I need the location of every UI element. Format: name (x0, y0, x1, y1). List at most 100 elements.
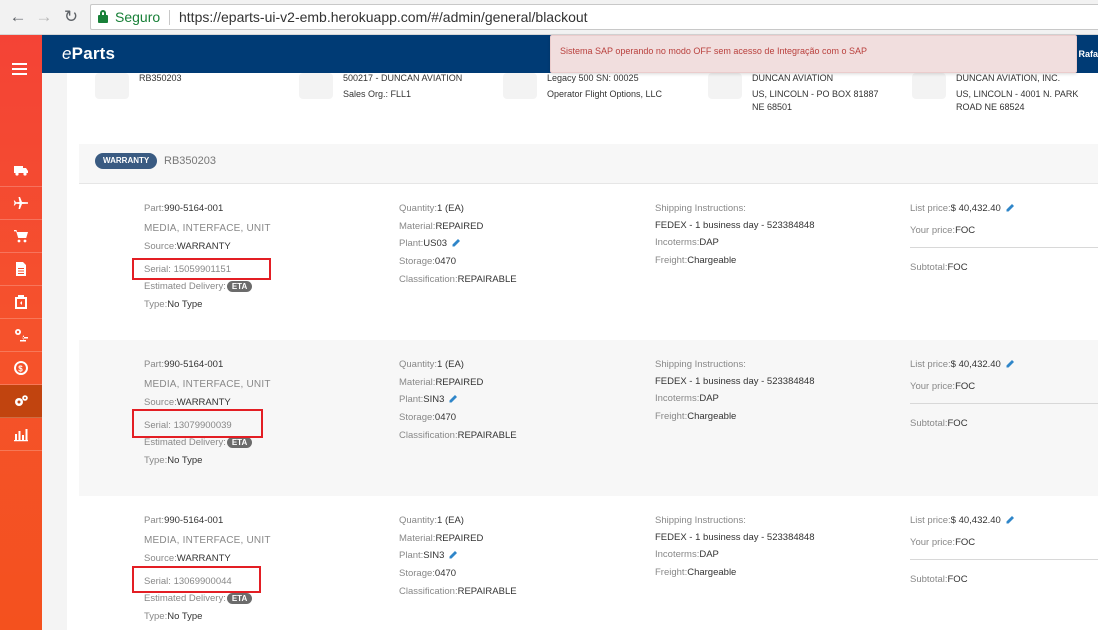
classification-field: Classification:REPAIRABLE (399, 586, 517, 597)
shipping-instructions-label: Shipping Instructions: (655, 515, 746, 526)
eta-badge: ETA (226, 593, 253, 604)
order-panel: RB350203 500217 - DUNCAN AVIATION Sales … (67, 73, 1098, 630)
shipping-instructions-value: FEDEX - 1 business day - 523384848 (655, 220, 815, 231)
freight-field: Freight:Chargeable (655, 567, 737, 578)
summary-shipping-zip: ROAD NE 68524 (956, 102, 1025, 112)
part-description: MEDIA, INTERFACE, UNIT (144, 223, 271, 234)
storage-field: Storage:0470 (399, 256, 457, 267)
summary-operator: Operator Flight Options, LLC (547, 89, 663, 99)
quantity-field: Quantity:1 (EA) (399, 203, 464, 214)
type-field: Type:No Type (144, 611, 203, 622)
material-field: Material:REPAIRED (399, 377, 484, 388)
incoterms-field: Incoterms:DAP (655, 393, 719, 404)
url-text[interactable]: https://eparts-ui-v2-emb.herokuapp.com/#… (179, 5, 588, 29)
summary-shipping-address: US, LINCOLN - 4001 N. PARK (956, 89, 1079, 99)
edit-price-icon[interactable] (1005, 203, 1015, 213)
part-field: Part:990-5164-001 (144, 359, 224, 370)
estimated-delivery-field: Estimated Delivery: ETA (144, 281, 253, 292)
cart-icon[interactable] (0, 220, 42, 253)
list-price-field: List price:$ 40,432.40 (910, 515, 1015, 526)
billing-location-icon (708, 73, 742, 99)
forward-arrow-icon[interactable]: → (34, 7, 54, 27)
shipping-instructions-value: FEDEX - 1 business day - 523384848 (655, 376, 815, 387)
svg-text:$: $ (18, 365, 23, 374)
back-arrow-icon[interactable]: ← (8, 7, 28, 27)
order-number: RB350203 (164, 155, 216, 167)
shipping-instructions-label: Shipping Instructions: (655, 203, 746, 214)
source-field: Source:WARRANTY (144, 397, 231, 408)
eta-badge: ETA (226, 437, 253, 448)
eparts-logo[interactable]: eParts (62, 44, 115, 64)
classification-field: Classification:REPAIRABLE (399, 274, 517, 285)
bar-chart-icon[interactable] (0, 418, 42, 451)
classification-field: Classification:REPAIRABLE (399, 430, 517, 441)
price-divider (910, 559, 1098, 560)
plant-field: Plant:SIN3 (399, 394, 458, 405)
gears-icon[interactable] (0, 385, 42, 418)
summary-shipping-name: DUNCAN AVIATION, INC. (956, 73, 1061, 83)
estimated-delivery-field: Estimated Delivery: ETA (144, 437, 253, 448)
source-field: Source:WARRANTY (144, 241, 231, 252)
plant-field: Plant:US03 (399, 238, 461, 249)
summary-billing-name: DUNCAN AVIATION (752, 73, 834, 83)
quantity-field: Quantity:1 (EA) (399, 359, 464, 370)
customer-icon (299, 73, 333, 99)
part-field: Part:990-5164-001 (144, 203, 224, 214)
eta-badge: ETA (226, 281, 253, 292)
price-divider (910, 403, 1098, 404)
your-price-field: Your price:FOC (910, 381, 976, 392)
plant-field: Plant:SIN3 (399, 550, 458, 561)
part-field: Part:990-5164-001 (144, 515, 224, 526)
summary-billing-zip: NE 68501 (752, 102, 793, 112)
quantity-field: Quantity:1 (EA) (399, 515, 464, 526)
part-description: MEDIA, INTERFACE, UNIT (144, 535, 271, 546)
shipping-instructions-value: FEDEX - 1 business day - 523384848 (655, 532, 815, 543)
edit-plant-icon[interactable] (448, 394, 458, 404)
aircraft-icon (503, 73, 537, 99)
list-price-field: List price:$ 40,432.40 (910, 359, 1015, 370)
user-name[interactable]: Rafa (1078, 49, 1098, 59)
money-icon[interactable]: $ (0, 352, 42, 385)
menu-icon[interactable] (12, 63, 27, 75)
summary-customer: 500217 - DUNCAN AVIATION (343, 73, 463, 83)
package-icon[interactable] (0, 286, 42, 319)
material-field: Material:REPAIRED (399, 221, 484, 232)
reload-icon[interactable]: ↻ (61, 7, 81, 27)
document-icon[interactable] (0, 253, 42, 286)
edit-price-icon[interactable] (1005, 359, 1015, 369)
freight-field: Freight:Chargeable (655, 411, 737, 422)
storage-field: Storage:0470 (399, 568, 457, 579)
address-bar[interactable]: Seguro https://eparts-ui-v2-emb.herokuap… (90, 4, 1098, 30)
serial-highlight-box (132, 566, 261, 593)
edit-price-icon[interactable] (1005, 515, 1015, 525)
summary-aircraft: Legacy 500 SN: 00025 (547, 73, 639, 83)
sidebar: $ (0, 35, 42, 630)
plane-icon[interactable] (0, 187, 42, 220)
type-field: Type:No Type (144, 299, 203, 310)
material-field: Material:REPAIRED (399, 533, 484, 544)
source-field: Source:WARRANTY (144, 553, 231, 564)
edit-plant-icon[interactable] (448, 550, 458, 560)
freight-field: Freight:Chargeable (655, 255, 737, 266)
serial-highlight-box (132, 409, 263, 438)
incoterms-field: Incoterms:DAP (655, 549, 719, 560)
main-content: RB350203 500217 - DUNCAN AVIATION Sales … (42, 73, 1098, 630)
order-item: Part:990-5164-001 MEDIA, INTERFACE, UNIT… (79, 496, 1098, 630)
shipping-instructions-label: Shipping Instructions: (655, 359, 746, 370)
sap-offline-alert: Sistema SAP operando no modo OFF sem ace… (550, 35, 1077, 73)
storage-field: Storage:0470 (399, 412, 457, 423)
truck-icon[interactable] (0, 154, 42, 187)
order-icon (95, 73, 129, 99)
your-price-field: Your price:FOC (910, 225, 976, 236)
subtotal-field: Subtotal:FOC (910, 574, 968, 585)
edit-plant-icon[interactable] (451, 238, 461, 248)
secure-label: Seguro (115, 9, 161, 25)
warranty-badge: WARRANTY (95, 153, 158, 169)
subtotal-field: Subtotal:FOC (910, 418, 968, 429)
serial-highlight-box (132, 258, 271, 280)
lock-icon (98, 10, 108, 23)
exchange-icon[interactable] (0, 319, 42, 352)
summary-sales-org: Sales Org.: FLL1 (343, 89, 412, 99)
type-field: Type:No Type (144, 455, 203, 466)
estimated-delivery-field: Estimated Delivery: ETA (144, 593, 253, 604)
